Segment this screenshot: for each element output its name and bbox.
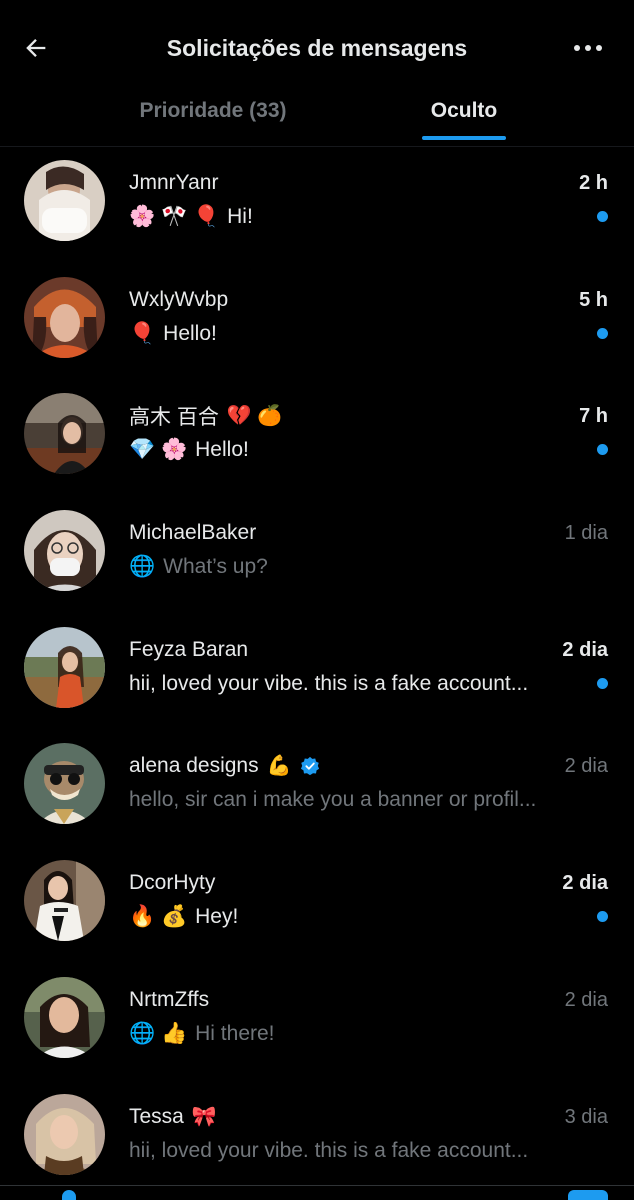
sender-name-line: WxlyWvbp [129,285,228,315]
preview-text: Hey! [195,905,239,929]
name-emoji: 💔 🍊 [226,405,283,428]
message-request-item[interactable]: WxlyWvbp 5 h 🎈 Hello! [0,265,634,382]
message-request-item[interactable]: NrtmZffs 2 dia 🌐 👍 Hi there! [0,965,634,1082]
sender-name: alena designs [129,754,259,778]
sender-name: Feyza Baran [129,637,249,661]
nav-home-icon[interactable] [62,1190,76,1200]
name-emoji: 💪 [266,755,292,778]
message-preview: hii, loved your vibe. this is a fake acc… [129,669,574,699]
preview-text: hii, loved your vibe. this is a fake acc… [129,671,529,695]
timestamp: 1 dia [564,522,608,545]
timestamp: 2 dia [562,872,608,895]
tab-prioridade[interactable]: Prioridade (33) [98,96,328,142]
message-request-list: JmnrYanr 2 h 🌸 🎌 🎈 Hi! WxlyWvbp 5 h 🎈 Hell… [0,148,634,1198]
preview-text: Hello! [163,321,217,345]
sender-name-line: alena designs 💪 [129,751,320,781]
message-request-item[interactable]: Tessa 🎀 3 dia hii, loved your vibe. this… [0,1082,634,1199]
avatar [24,626,105,708]
more-horizontal-icon [574,45,602,51]
compose-message-button[interactable] [568,1190,608,1200]
preview-emoji: 🌸 🎌 🎈 [129,205,220,228]
sender-name-line: DcorHyty [129,868,215,898]
message-preview: 💎 🌸 Hello! [129,435,574,465]
sender-name-line: JmnrYanr [129,168,218,198]
message-request-item[interactable]: DcorHyty 2 dia 🔥 💰 Hey! [0,848,634,965]
avatar [24,743,105,825]
active-tab-indicator [422,136,506,140]
more-button[interactable] [568,30,608,66]
preview-emoji: 🌐 [129,555,156,579]
sender-name: WxlyWvbp [129,287,229,311]
sender-name-line: MichaelBaker [129,518,256,548]
preview-emoji: 🎈 [129,321,156,345]
avatar [24,510,105,592]
verified-badge-icon [300,757,319,776]
sender-name: NrtmZffs [129,987,210,1011]
message-request-item[interactable]: JmnrYanr 2 h 🌸 🎌 🎈 Hi! [0,148,634,265]
message-preview: 🌸 🎌 🎈 Hi! [129,202,574,232]
sender-name: DcorHyty [129,871,216,895]
timestamp: 2 dia [564,755,608,778]
name-emoji: 🎀 [191,1105,217,1128]
message-request-item[interactable]: alena designs 💪 2 dia hello, sir can i m… [0,731,634,848]
preview-text: What’s up? [163,555,268,579]
unread-dot [597,211,608,222]
sender-name: 高木 百合 [129,406,219,430]
preview-text: hello, sir can i make you a banner or pr… [129,788,537,812]
preview-text: Hi there! [195,1021,275,1045]
unread-dot [597,444,608,456]
preview-text: Hello! [195,438,249,462]
header: Solicitações de mensagens [0,0,634,96]
unread-dot [597,327,608,339]
timestamp: 3 dia [564,1105,608,1128]
sender-name: MichaelBaker [129,521,257,545]
preview-text: Hi! [227,205,253,228]
message-preview: 🎈 Hello! [129,319,574,349]
preview-emoji: 💎 🌸 [129,438,188,462]
message-request-item[interactable]: 高木 百合 💔 🍊 7 h 💎 🌸 Hello! [0,381,634,498]
timestamp: 2 h [579,172,608,194]
avatar [24,276,105,358]
sender-name: JmnrYanr [129,171,219,194]
sender-name-line: Tessa 🎀 [129,1102,217,1132]
preview-text: hii, loved your vibe. this is a fake acc… [129,1138,529,1162]
tab-bar: Prioridade (33) Oculto [0,88,634,147]
message-preview: 🌐 What’s up? [129,552,574,582]
bottom-navigation-bar [0,1185,634,1200]
message-request-item[interactable]: MichaelBaker 1 dia 🌐 What’s up? [0,498,634,615]
message-preview: 🔥 💰 Hey! [129,902,574,932]
avatar [24,393,105,475]
unread-dot [597,911,608,923]
timestamp: 2 dia [562,638,608,661]
sender-name-line: NrtmZffs [129,985,209,1015]
sender-name-line: Feyza Baran [129,635,248,665]
message-preview: 🌐 👍 Hi there! [129,1019,574,1049]
message-request-item[interactable]: Feyza Baran 2 dia hii, loved your vibe. … [0,615,634,732]
timestamp: 7 h [579,405,608,428]
avatar [24,860,105,942]
preview-emoji: 🔥 💰 [129,905,188,929]
page-title: Solicitações de mensagens [166,35,468,61]
message-preview: hii, loved your vibe. this is a fake acc… [129,1136,574,1166]
sender-name: Tessa [129,1104,184,1128]
preview-emoji: 🌐 👍 [129,1021,188,1045]
avatar [24,1093,105,1175]
sender-name-line: 高木 百合 💔 🍊 [129,401,282,431]
message-preview: hello, sir can i make you a banner or pr… [129,785,574,815]
timestamp: 2 dia [564,988,608,1011]
timestamp: 5 h [579,288,608,311]
unread-dot [597,677,608,689]
avatar [24,160,105,241]
avatar [24,976,105,1058]
